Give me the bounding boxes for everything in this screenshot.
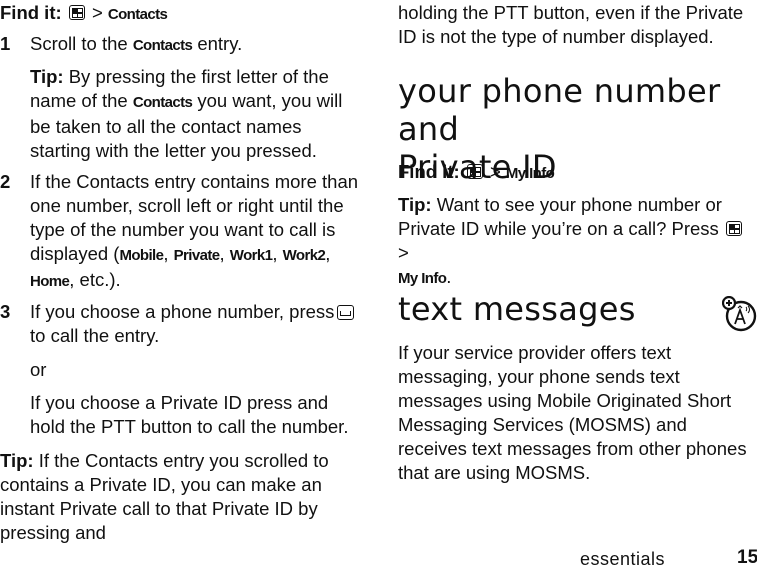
- network-feature-icon: [722, 296, 757, 332]
- footer-section-label: essentials: [580, 549, 666, 569]
- step-3-text: If you choose a phone number, press to c…: [30, 300, 360, 348]
- menu-key-icon: [68, 5, 85, 20]
- step-2-text: If the Contacts entry contains more than…: [30, 171, 359, 290]
- step-3-or: or: [30, 359, 47, 380]
- tip-my-info: Tip: Want to see your phone number or Pr…: [398, 193, 757, 291]
- step-3-alt: If you choose a Private ID press and hol…: [30, 392, 349, 437]
- find-it-my-info: Find it: > My Info: [398, 161, 555, 182]
- step-1-text: Scroll to the Contacts entry.: [30, 33, 243, 54]
- menu-key-icon: [725, 221, 742, 236]
- step-1-tip: Tip: By pressing the first letter of the…: [30, 66, 343, 161]
- text-messages-body: If your service provider offers text mes…: [398, 342, 747, 483]
- find-it-contacts: Find it: > Contacts: [0, 2, 168, 23]
- section-title-text-messages: text messages: [398, 290, 636, 328]
- tip-private-call: Tip: If the Contacts entry you scrolled …: [0, 450, 329, 543]
- send-key-icon: [337, 305, 355, 320]
- page-number: 15: [737, 547, 757, 568]
- continued-text: holding the PTT button, even if the Priv…: [398, 2, 744, 47]
- menu-key-icon: [466, 164, 483, 179]
